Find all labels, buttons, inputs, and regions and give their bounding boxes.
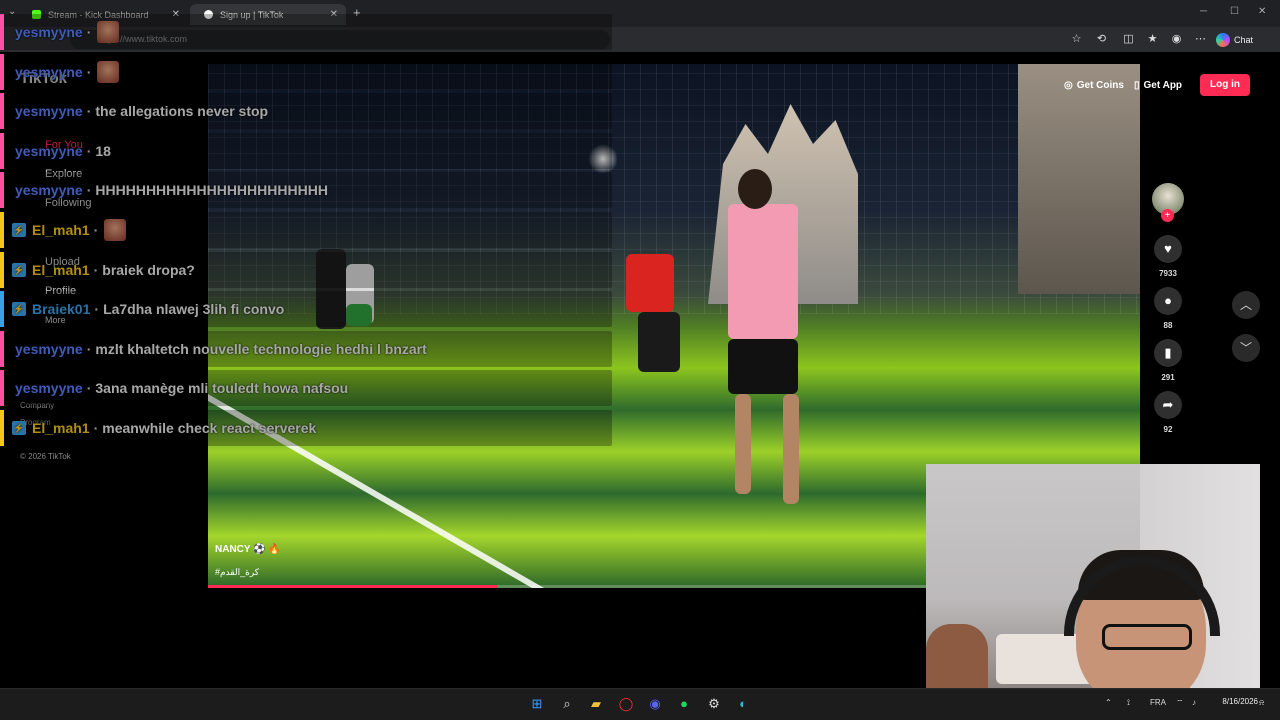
player-red-shirt xyxy=(626,254,674,312)
tray-chevron-up-icon[interactable]: ⌃ xyxy=(1105,698,1112,707)
video-author[interactable]: NANCY ⚽ 🔥 xyxy=(215,544,281,555)
chat-user-color-bar xyxy=(0,14,4,50)
chat-row-background xyxy=(0,172,612,209)
chat-message: ⚡ El_mah1 · meanwhile check react serverek xyxy=(0,410,612,446)
chat-user-color-bar xyxy=(0,410,4,446)
like-count: 7933 xyxy=(1159,269,1177,278)
opera-gx-icon[interactable]: ◯ xyxy=(617,695,635,713)
chat-user-color-bar xyxy=(0,172,4,209)
extensions-icon[interactable]: ⟲ xyxy=(1095,33,1108,46)
windows-taskbar xyxy=(0,688,1280,720)
chat-row-background xyxy=(0,93,612,130)
tray-network-icon[interactable]: ⟟ xyxy=(1127,698,1130,708)
chat-user-color-bar xyxy=(0,370,4,407)
profile-avatar-icon[interactable]: ◉ xyxy=(1170,33,1183,46)
glasses xyxy=(1102,624,1192,650)
windows-start-icon[interactable]: ⊞ xyxy=(528,695,546,713)
edge-browser-icon[interactable]: ◐ xyxy=(734,695,752,713)
previous-video-chevron-up-icon[interactable]: ︿ xyxy=(1232,291,1260,319)
share-count: 92 xyxy=(1163,425,1173,434)
player-pink-leg-right xyxy=(783,394,799,504)
get-app-button[interactable]: ▯ Get App xyxy=(1134,74,1182,96)
chat-row-background xyxy=(0,132,612,169)
maximize-icon[interactable]: ☐ xyxy=(1230,6,1239,17)
chat-user-color-bar xyxy=(0,53,4,90)
video-hashtag[interactable]: #كرة_القدم xyxy=(215,567,259,578)
get-app-label: Get App xyxy=(1143,79,1183,91)
chat-message: yesmyyne · the allegations never stop xyxy=(0,93,612,130)
copilot-chat-button[interactable]: Chat xyxy=(1216,31,1253,48)
comment-count: 88 xyxy=(1163,321,1173,330)
chat-message: yesmyyne · mzlt khaltetch nouvelle technol… xyxy=(0,330,612,367)
chat-row-background xyxy=(0,410,612,446)
chat-message: yesmyyne · xyxy=(0,14,612,50)
chat-message: ⚡ Braiek01 · La7dha nlawej 3lih fi convo xyxy=(0,291,612,328)
chat-user-color-bar xyxy=(0,212,4,248)
chat-user-color-bar xyxy=(0,291,4,328)
bookmark-icon[interactable]: ▮ xyxy=(1154,339,1182,367)
player-pink-leg-left xyxy=(735,394,751,494)
webcam-child xyxy=(926,624,988,688)
next-video-chevron-down-icon[interactable]: ﹀ xyxy=(1232,334,1260,362)
chat-row-background xyxy=(0,14,612,50)
chat-row-background xyxy=(0,212,612,248)
chat-message: ⚡ El_mah1 · xyxy=(0,212,612,248)
chat-row-background xyxy=(0,251,612,288)
streamer-webcam xyxy=(926,464,1260,688)
more-menu-icon[interactable]: ⋯ xyxy=(1194,33,1207,46)
chat-row-background xyxy=(0,370,612,407)
share-arrow-icon[interactable]: ➦ xyxy=(1154,391,1182,419)
background-building xyxy=(1018,64,1140,294)
login-button[interactable]: Log in xyxy=(1200,74,1250,96)
screen: ⌄ Stream - Kick Dashboard ✕ Sign up | Ti… xyxy=(0,0,1280,720)
notification-bell-icon[interactable]: ⍾ xyxy=(1259,698,1264,708)
split-screen-icon[interactable]: ◫ xyxy=(1122,33,1135,46)
stream-chat-overlay: yesmyyne · yesmyyne · yesmyyne · the allegatio… xyxy=(0,14,612,456)
minimize-icon[interactable]: ─ xyxy=(1200,6,1207,17)
chat-user-color-bar xyxy=(0,132,4,169)
copilot-icon xyxy=(1216,32,1230,47)
volume-icon[interactable]: ♪ xyxy=(1192,698,1196,707)
player-pink-shirt xyxy=(728,204,798,339)
follow-plus-icon[interactable]: + xyxy=(1161,209,1174,222)
chat-message: yesmyyne · HHHHHHHHHHHHHHHHHHHHHHH xyxy=(0,172,612,209)
player-pink-shorts xyxy=(728,339,798,394)
chat-user-color-bar xyxy=(0,93,4,130)
get-coins-button[interactable]: ◎ Get Coins xyxy=(1064,74,1124,96)
chat-row-background xyxy=(0,330,612,367)
close-window-icon[interactable]: ✕ xyxy=(1258,6,1266,17)
wifi-icon[interactable]: ⌔ xyxy=(1176,698,1184,708)
get-coins-label: Get Coins xyxy=(1076,79,1124,91)
language-indicator[interactable]: FRA xyxy=(1150,698,1166,707)
phone-icon: ▯ xyxy=(1134,79,1140,91)
chat-row-background xyxy=(0,53,612,90)
taskbar-date[interactable]: 8/16/2026 xyxy=(1210,697,1258,706)
chat-row-background xyxy=(0,291,612,328)
chat-message: yesmyyne · 3ana manège mli touledt howa na… xyxy=(0,370,612,407)
chat-label: Chat xyxy=(1234,34,1254,45)
file-explorer-icon[interactable]: ▰ xyxy=(587,695,605,713)
comment-icon[interactable]: ● xyxy=(1154,287,1182,315)
search-icon[interactable]: ⌕ xyxy=(558,695,576,713)
like-heart-icon[interactable]: ♥ xyxy=(1154,235,1182,263)
settings-gear-icon[interactable]: ⚙ xyxy=(705,695,723,713)
save-count: 291 xyxy=(1161,373,1175,382)
chat-message: yesmyyne · xyxy=(0,53,612,90)
video-progress-fill xyxy=(208,585,497,588)
coin-icon: ◎ xyxy=(1064,79,1073,91)
discord-icon[interactable]: ◉ xyxy=(646,695,664,713)
chat-user-color-bar xyxy=(0,251,4,288)
player-red-legs xyxy=(638,312,680,372)
player-pink-head xyxy=(738,169,772,209)
spotify-icon[interactable]: ● xyxy=(675,695,693,713)
chat-message: ⚡ El_mah1 · braiek dropa? xyxy=(0,251,612,288)
chat-message: yesmyyne · 18 xyxy=(0,132,612,169)
chat-user-color-bar xyxy=(0,330,4,367)
favorites-icon[interactable]: ★ xyxy=(1146,33,1159,46)
favorite-star-icon[interactable]: ☆ xyxy=(1070,33,1083,46)
